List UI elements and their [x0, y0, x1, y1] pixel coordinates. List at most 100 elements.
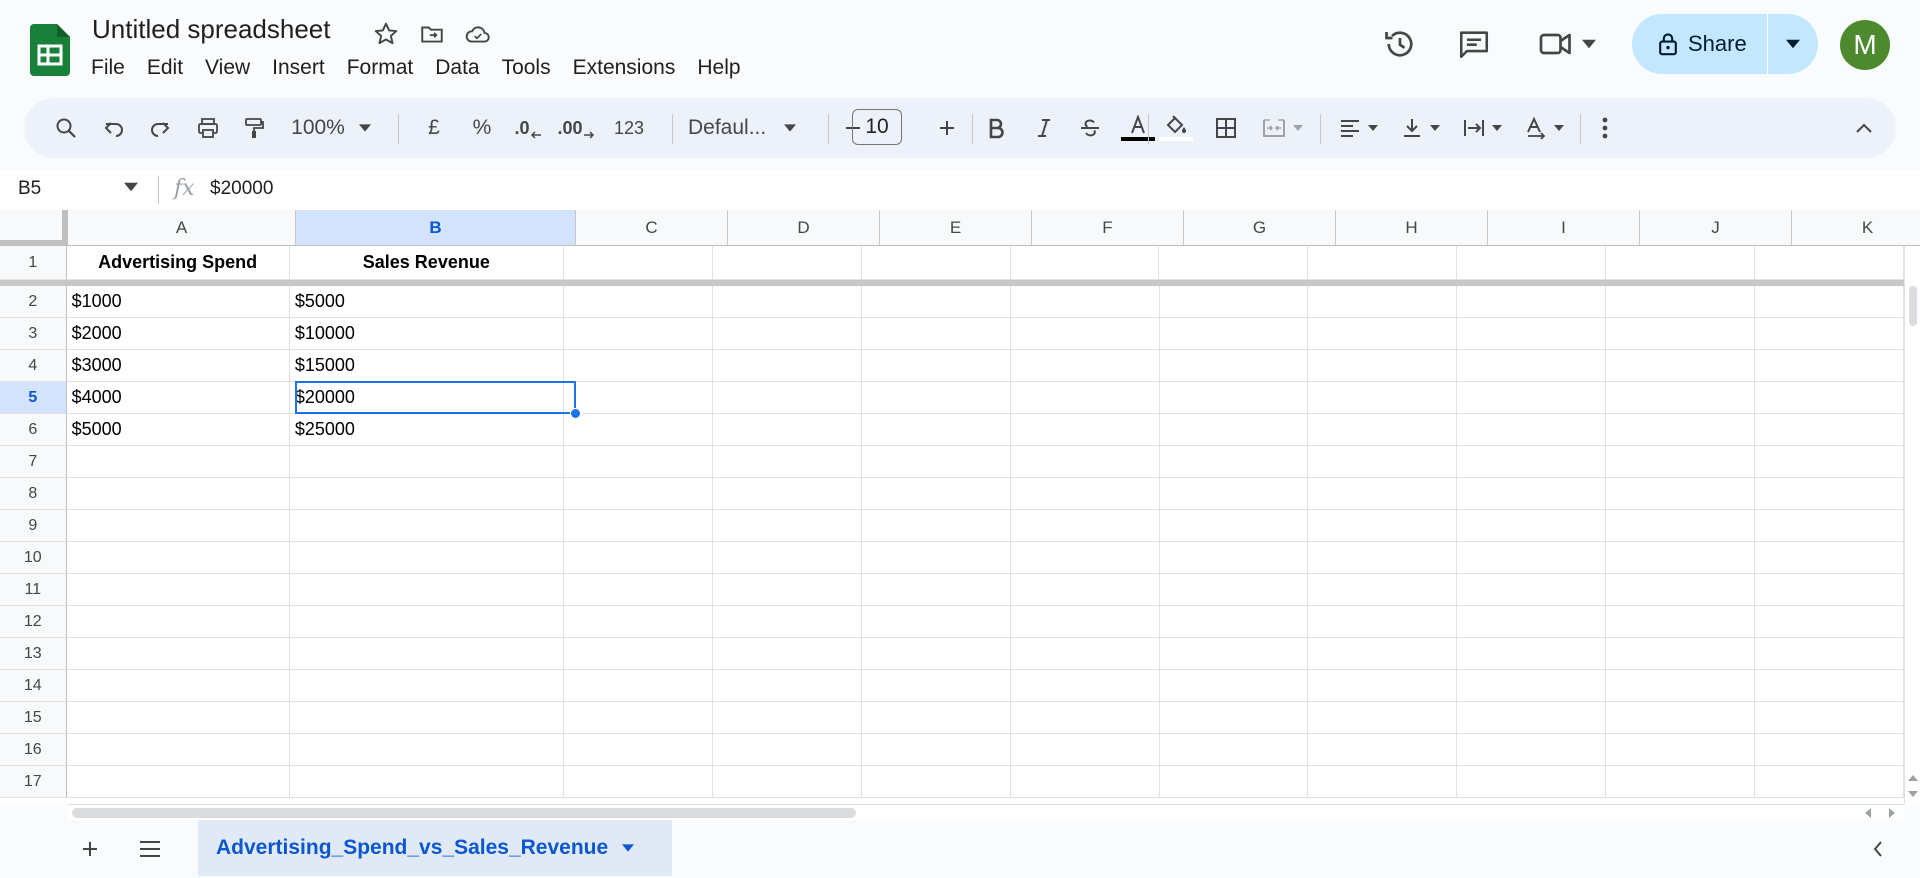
cell-c16[interactable]: [564, 734, 713, 766]
cell-c3[interactable]: [564, 318, 713, 350]
cell-j15[interactable]: [1606, 702, 1756, 734]
menu-tools[interactable]: Tools: [491, 52, 562, 84]
cell-g5[interactable]: [1159, 382, 1309, 414]
horizontal-align-button[interactable]: [1332, 108, 1384, 148]
cell-a1[interactable]: Advertising Spend: [66, 246, 290, 280]
cell-g16[interactable]: [1159, 734, 1309, 766]
increase-font-size-icon[interactable]: [932, 108, 962, 148]
column-header-j[interactable]: J: [1640, 210, 1792, 246]
cell-g4[interactable]: [1159, 350, 1309, 382]
cell-i12[interactable]: [1457, 606, 1607, 638]
star-icon[interactable]: [370, 18, 402, 50]
row-header[interactable]: 9: [0, 510, 67, 542]
cell-j4[interactable]: [1606, 350, 1756, 382]
cell-f1[interactable]: [1010, 246, 1160, 280]
increase-decimal-button[interactable]: .00: [554, 108, 598, 148]
cell-c9[interactable]: [564, 510, 713, 542]
currency-format-button[interactable]: £: [416, 108, 452, 148]
cell-i16[interactable]: [1457, 734, 1607, 766]
cell-h11[interactable]: [1308, 574, 1458, 606]
cell-j5[interactable]: [1606, 382, 1756, 414]
cell-c5[interactable]: [564, 382, 713, 414]
horizontal-scrollbar[interactable]: [68, 804, 1904, 820]
row-header[interactable]: 2: [0, 286, 67, 318]
cell-j9[interactable]: [1606, 510, 1756, 542]
cell-k2[interactable]: [1755, 286, 1905, 318]
italic-icon[interactable]: [1024, 108, 1064, 148]
cell-d3[interactable]: [712, 318, 862, 350]
column-header-i[interactable]: I: [1488, 210, 1640, 246]
cell-b5[interactable]: $20000: [289, 382, 564, 414]
all-sheets-icon[interactable]: [132, 834, 168, 864]
cell-i4[interactable]: [1457, 350, 1607, 382]
cell-d7[interactable]: [712, 446, 862, 478]
row-header[interactable]: 15: [0, 702, 67, 734]
cell-d10[interactable]: [712, 542, 862, 574]
cell-b15[interactable]: [289, 702, 564, 734]
merge-cells-icon[interactable]: [1254, 108, 1310, 148]
cell-d4[interactable]: [712, 350, 862, 382]
row-header[interactable]: 13: [0, 638, 67, 670]
cell-k14[interactable]: [1755, 670, 1905, 702]
row-header[interactable]: 14: [0, 670, 67, 702]
cell-a10[interactable]: [66, 542, 290, 574]
cell-e8[interactable]: [861, 478, 1011, 510]
cell-c13[interactable]: [564, 638, 713, 670]
cell-e2[interactable]: [861, 286, 1011, 318]
cell-e7[interactable]: [861, 446, 1011, 478]
cell-j7[interactable]: [1606, 446, 1756, 478]
cell-d5[interactable]: [712, 382, 862, 414]
comments-icon[interactable]: [1452, 24, 1496, 64]
column-header-a[interactable]: A: [68, 210, 296, 246]
cell-h6[interactable]: [1308, 414, 1458, 446]
row-header[interactable]: 4: [0, 350, 67, 382]
cell-f9[interactable]: [1010, 510, 1160, 542]
column-header-f[interactable]: F: [1032, 210, 1184, 246]
row-header[interactable]: 12: [0, 606, 67, 638]
cell-g8[interactable]: [1159, 478, 1309, 510]
cell-a14[interactable]: [66, 670, 290, 702]
move-folder-icon[interactable]: [416, 18, 448, 50]
menu-file[interactable]: File: [80, 52, 136, 84]
document-title[interactable]: Untitled spreadsheet: [92, 14, 330, 45]
cell-d1[interactable]: [712, 246, 862, 280]
cell-e14[interactable]: [861, 670, 1011, 702]
cell-j13[interactable]: [1606, 638, 1756, 670]
cell-b6[interactable]: $25000: [289, 414, 564, 446]
text-rotation-button[interactable]: [1518, 108, 1570, 148]
cell-k7[interactable]: [1755, 446, 1905, 478]
cell-k5[interactable]: [1755, 382, 1905, 414]
cell-i9[interactable]: [1457, 510, 1607, 542]
column-header-c[interactable]: C: [576, 210, 728, 246]
cell-i3[interactable]: [1457, 318, 1607, 350]
cell-d17[interactable]: [712, 766, 862, 798]
sheet-tab-dropdown-icon[interactable]: [622, 844, 635, 852]
column-header-b[interactable]: B: [296, 210, 576, 246]
cell-f14[interactable]: [1010, 670, 1160, 702]
cell-d12[interactable]: [712, 606, 862, 638]
cell-f4[interactable]: [1010, 350, 1160, 382]
cell-j17[interactable]: [1606, 766, 1756, 798]
cell-f8[interactable]: [1010, 478, 1160, 510]
cell-a5[interactable]: $4000: [66, 382, 290, 414]
cell-i10[interactable]: [1457, 542, 1607, 574]
more-options-icon[interactable]: [1590, 108, 1620, 148]
menu-extensions[interactable]: Extensions: [562, 52, 687, 84]
cell-g10[interactable]: [1159, 542, 1309, 574]
menu-data[interactable]: Data: [424, 52, 490, 84]
cell-f3[interactable]: [1010, 318, 1160, 350]
cell-k6[interactable]: [1755, 414, 1905, 446]
undo-icon[interactable]: [94, 108, 134, 148]
row-header[interactable]: 16: [0, 734, 67, 766]
cell-f13[interactable]: [1010, 638, 1160, 670]
cell-f16[interactable]: [1010, 734, 1160, 766]
cell-k12[interactable]: [1755, 606, 1905, 638]
formula-input[interactable]: $20000: [210, 178, 273, 200]
row-header[interactable]: 11: [0, 574, 67, 606]
cell-k1[interactable]: [1755, 246, 1904, 280]
cell-c15[interactable]: [564, 702, 713, 734]
cell-h7[interactable]: [1308, 446, 1458, 478]
cloud-saved-icon[interactable]: [462, 18, 494, 50]
cell-e4[interactable]: [861, 350, 1011, 382]
zoom-select[interactable]: 100%: [286, 108, 376, 148]
